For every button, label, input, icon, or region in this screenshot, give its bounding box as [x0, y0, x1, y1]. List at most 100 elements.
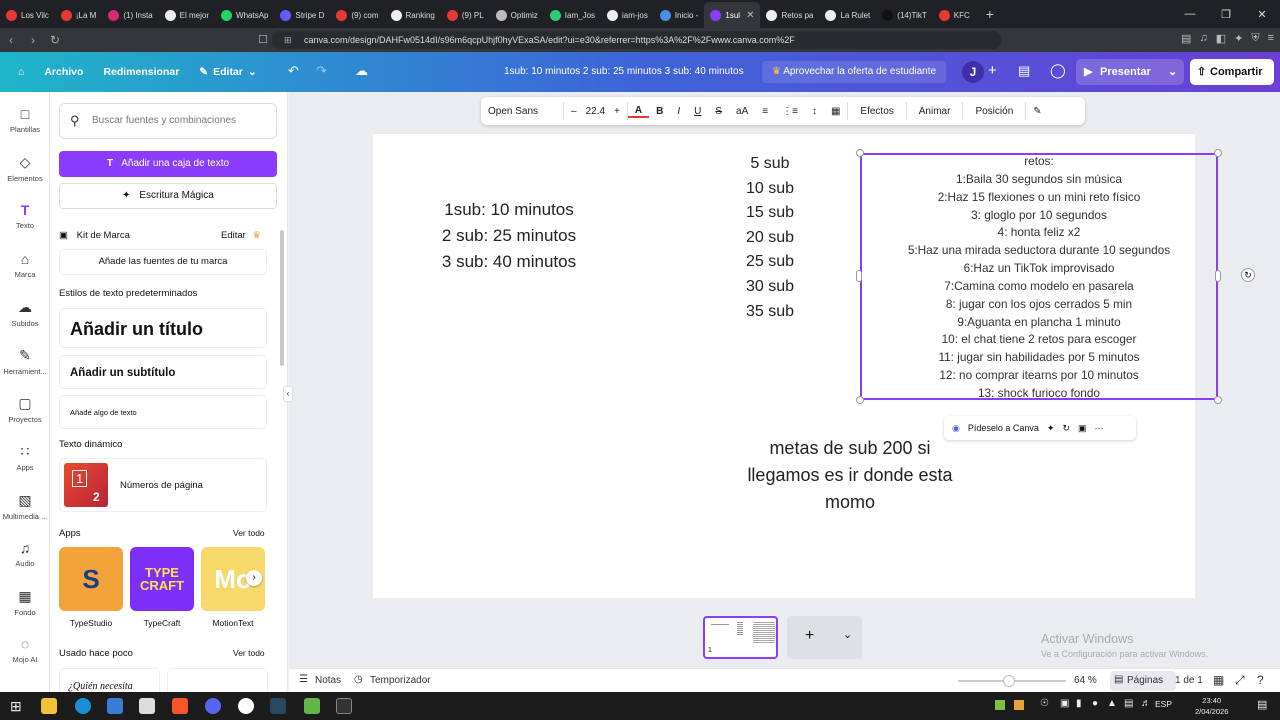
edge-icon[interactable]	[75, 698, 91, 714]
page-numbers-card[interactable]: 1 2 Números de página	[59, 458, 267, 512]
file-menu-button[interactable]: Archivo	[34, 66, 93, 78]
close-tab-icon[interactable]: ✕	[746, 10, 754, 21]
add-brand-fonts-button[interactable]: Añade las fuentes de tu marca	[59, 249, 267, 275]
font-search-input[interactable]: ⚲ Buscar fuentes y combinaciones	[59, 103, 277, 139]
playlist-icon[interactable]: ♫	[1199, 32, 1207, 45]
usb-icon[interactable]: ▮	[1076, 698, 1082, 709]
steam-icon[interactable]	[270, 698, 286, 714]
browser-tab[interactable]: Inicio -	[654, 2, 705, 28]
recent-see-all-link[interactable]: Ver todo	[233, 648, 265, 658]
back-icon[interactable]: ‹	[0, 33, 22, 47]
add-body-text-button[interactable]: Añade algo de texto	[59, 395, 267, 429]
rotate-icon[interactable]: ↻	[1241, 268, 1255, 282]
font-family-select[interactable]: Open Sans	[481, 106, 563, 117]
microphone-icon[interactable]: ●	[1092, 698, 1098, 709]
document-title[interactable]: 1sub: 10 minutos 2 sub: 25 minutos 3 sub…	[504, 66, 744, 77]
resize-handle[interactable]	[856, 270, 862, 282]
tray-icon[interactable]: ▲	[1107, 698, 1117, 709]
browser-tab[interactable]: Iam_Jos	[544, 2, 601, 28]
add-page-button[interactable]: + ⌄	[787, 616, 862, 659]
effects-button[interactable]: Efectos	[848, 106, 905, 117]
ask-canva-button[interactable]: Pídeselo a Canva	[968, 423, 1039, 433]
site-info-icon[interactable]: ⊞	[284, 31, 292, 49]
rail-item-texto[interactable]: T Texto	[0, 202, 50, 230]
rail-item-marca[interactable]: ⌂ Marca	[0, 251, 50, 279]
clock[interactable]: 23:40 2/04/2026	[1195, 695, 1228, 717]
rail-item-apps[interactable]: ∷ Apps	[0, 443, 50, 472]
minimize-button[interactable]: —	[1172, 8, 1208, 20]
browser-tab[interactable]: (1) Insta	[102, 2, 158, 28]
rail-item-mojo-ai[interactable]: ◌ Mojo AI	[0, 636, 50, 664]
browser-tab[interactable]: Optimiz	[490, 2, 544, 28]
animate-button[interactable]: Animar	[907, 106, 963, 117]
lock-icon[interactable]: ▣	[1078, 423, 1087, 434]
rail-item-herramient[interactable]: ✎ Herramient...	[0, 347, 50, 376]
discord-icon[interactable]	[205, 698, 221, 714]
maximize-button[interactable]: ❒	[1208, 8, 1244, 21]
share-button[interactable]: ⇧ Compartir	[1190, 59, 1274, 85]
resize-handle[interactable]	[1215, 270, 1221, 282]
fullscreen-icon[interactable]: ⤢	[1235, 673, 1245, 688]
refresh-icon[interactable]: ↻	[1062, 423, 1070, 434]
rail-item-subidos[interactable]: ☁ Subidos	[0, 299, 50, 328]
decrease-size-button[interactable]: –	[564, 106, 584, 117]
tray-icon[interactable]: ▣	[1060, 698, 1069, 709]
bookmark-icon[interactable]: ☐	[258, 33, 268, 46]
undo-icon[interactable]: ↶	[288, 63, 299, 79]
rail-item-elementos[interactable]: ◇ Elementos	[0, 154, 50, 183]
browser-tab[interactable]: ¡La M	[55, 2, 102, 28]
browser-tab[interactable]: 1sul ✕	[704, 2, 761, 28]
comment-icon[interactable]: ◯	[1050, 62, 1066, 79]
spacing-icon[interactable]: ↕	[805, 106, 824, 117]
forward-icon[interactable]: ›	[22, 33, 44, 47]
browser-tab[interactable]: Los Vilc	[0, 2, 55, 28]
shield-icon[interactable]: ⛨	[1251, 32, 1259, 45]
analytics-icon[interactable]: ▤	[1018, 63, 1030, 79]
more-icon[interactable]: ⋯	[1095, 423, 1104, 434]
browser-tab[interactable]: iam-jos	[601, 2, 654, 28]
transparency-icon[interactable]: ▦	[824, 106, 847, 117]
zoom-slider-thumb[interactable]	[1003, 675, 1015, 687]
selected-text-box[interactable]: retos: 1:Baila 30 segundos sin música 2:Ha…	[860, 153, 1218, 400]
browser-tab[interactable]: Ranking	[385, 2, 441, 28]
mail-icon[interactable]	[139, 698, 155, 714]
chevron-right-icon[interactable]: ›	[246, 570, 262, 586]
rail-item-multimedia[interactable]: ▧ Multimedia ...	[0, 492, 50, 521]
goal-text[interactable]: metas de sub 200 si llegamos es ir donde…	[730, 435, 970, 516]
tray-icon[interactable]: ☉	[1040, 698, 1049, 709]
browser-tab[interactable]: (14)TikT	[876, 2, 932, 28]
add-title-button[interactable]: Añadir un título	[59, 308, 267, 348]
tray-icon[interactable]	[1014, 700, 1024, 710]
capcut-icon[interactable]	[336, 698, 352, 714]
notes-button[interactable]: Notas	[315, 675, 341, 686]
magic-write-button[interactable]: ✦ Escritura Mágica	[59, 183, 277, 209]
resize-handle[interactable]	[856, 396, 864, 404]
browser-tab[interactable]: (9) com	[330, 2, 384, 28]
network-icon[interactable]: ▤	[1124, 698, 1133, 709]
browser-tab[interactable]: (9) PL	[441, 2, 490, 28]
recent-text-style[interactable]: ¿Quién necesita	[59, 668, 160, 692]
store-icon[interactable]	[107, 698, 123, 714]
copy-style-icon[interactable]: ✎	[1026, 106, 1048, 117]
tray-icon[interactable]	[995, 700, 1005, 710]
browser-tab[interactable]: El mejor	[159, 2, 215, 28]
browser-tab[interactable]: Retos pa	[760, 2, 819, 28]
rail-item-proyectos[interactable]: ▢ Proyectos	[0, 395, 50, 424]
magic-edit-icon[interactable]: ✦	[1047, 423, 1055, 434]
menu-icon[interactable]: ≡	[1268, 32, 1274, 45]
bold-button[interactable]: B	[649, 106, 670, 117]
add-subtitle-button[interactable]: Añadir un subtítulo	[59, 355, 267, 389]
text-color-icon[interactable]: A	[627, 105, 650, 118]
increase-size-button[interactable]: +	[607, 106, 627, 117]
app-thumbnail[interactable]: TYPE CRAFT	[130, 547, 194, 611]
reload-icon[interactable]: ↻	[44, 33, 66, 47]
windows-start-icon[interactable]: ⊞	[10, 698, 22, 715]
file-explorer-icon[interactable]	[41, 698, 57, 714]
underline-button[interactable]: U	[687, 106, 708, 117]
close-window-button[interactable]: ✕	[1244, 8, 1280, 21]
zoom-level[interactable]: 64 %	[1074, 675, 1097, 686]
app-thumbnail[interactable]: S	[59, 547, 123, 611]
recent-text-style-2[interactable]	[167, 668, 268, 692]
grid-view-icon[interactable]: ▦	[1213, 673, 1224, 687]
url-field[interactable]: ⊞ canva.com/design/DAHFw0514dI/s96m6qcpU…	[272, 31, 1002, 49]
